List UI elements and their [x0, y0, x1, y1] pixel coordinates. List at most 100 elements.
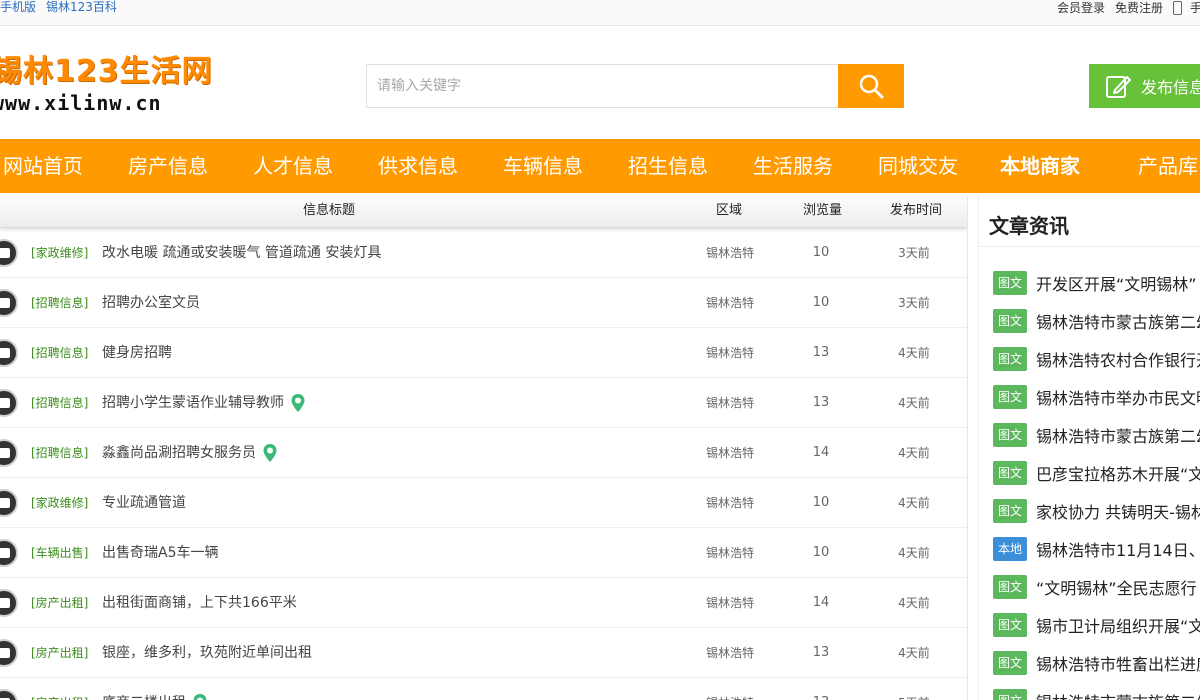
nav-jobs[interactable]: 人才信息 — [253, 139, 333, 193]
list-item[interactable]: [招聘信息] 健身房招聘 锡林浩特 13 4天前 — [0, 328, 967, 378]
item-views: 13 — [808, 678, 834, 700]
mobile-link-partial[interactable]: 手 — [1190, 0, 1200, 16]
article-title[interactable]: 开发区开展“文明锡林” — [1036, 271, 1197, 295]
item-region: 锡林浩特 — [706, 646, 755, 660]
item-title[interactable]: 出售奇瑞A5车一辆 — [102, 528, 218, 578]
location-pin-icon — [263, 444, 277, 462]
list-item[interactable]: [招聘信息] 招聘办公室文员 锡林浩特 10 3天前 — [0, 278, 967, 328]
article-title[interactable]: 锡林浩特市11月14日、 — [1036, 537, 1200, 561]
item-time: 4天前 — [898, 646, 930, 660]
list-item[interactable]: [房产出租] 出租街面商铺，上下共166平米 锡林浩特 14 4天前 — [0, 578, 967, 628]
article-item[interactable]: 图文 锡林浩特农村合作银行开 — [993, 346, 1200, 372]
publish-info-button[interactable]: 发布信息 — [1089, 64, 1200, 108]
list-item[interactable]: [家政维修] 专业疏通管道 锡林浩特 10 4天前 — [0, 478, 967, 528]
item-category[interactable]: [招聘信息] — [31, 278, 88, 328]
article-title[interactable]: 家校协力 共铸明天-锡林 — [1036, 499, 1200, 523]
main-nav: 网站首页 房产信息 人才信息 供求信息 车辆信息 招生信息 生活服务 同城交友 … — [0, 139, 1200, 193]
list-item[interactable]: [房产出租] 底商二楼出租 锡林浩特 13 5天前 — [0, 678, 967, 700]
item-category[interactable]: [车辆出售] — [31, 528, 88, 578]
item-region: 锡林浩特 — [706, 496, 755, 510]
item-title[interactable]: 健身房招聘 — [102, 328, 172, 378]
article-title[interactable]: 锡市卫计局组织开展“文 — [1036, 613, 1200, 637]
article-item[interactable]: 本地 锡林浩特市11月14日、 — [993, 536, 1200, 562]
article-tag: 图文 — [993, 499, 1027, 523]
article-title[interactable]: 锡林浩特市蒙古族第二幼 — [1036, 309, 1200, 333]
item-title-wrap: 出租街面商铺，上下共166平米 — [102, 578, 297, 628]
item-category[interactable]: [家政维修] — [31, 228, 88, 278]
nav-supply[interactable]: 供求信息 — [378, 139, 458, 193]
item-region: 锡林浩特 — [706, 596, 755, 610]
nav-products[interactable]: 产品库 — [1138, 139, 1198, 193]
item-category[interactable]: [招聘信息] — [31, 428, 88, 478]
item-category[interactable]: [房产出租] — [31, 578, 88, 628]
site-logo[interactable]: 锡林123生活网 www.xilinw.cn — [0, 52, 213, 118]
item-title[interactable]: 银座，维多利，玖苑附近单间出租 — [102, 628, 312, 678]
encyclopedia-link[interactable]: 锡林123百科 — [46, 0, 117, 14]
article-item[interactable]: 图文锡林浩特市蒙古族第二幼 — [993, 422, 1200, 448]
article-tag: 图文 — [993, 651, 1027, 675]
item-title[interactable]: 出租街面商铺，上下共166平米 — [102, 578, 297, 628]
item-region: 锡林浩特 — [706, 296, 755, 310]
item-region: 锡林浩特 — [706, 346, 755, 360]
article-item[interactable]: 图文 锡林浩特市牲畜出栏进度 — [993, 650, 1200, 676]
item-category[interactable]: [家政维修] — [31, 478, 88, 528]
item-views: 10 — [812, 295, 830, 310]
item-category[interactable]: [招聘信息] — [31, 328, 88, 378]
article-item[interactable]: 图文 锡市卫计局组织开展“文 — [993, 612, 1200, 638]
nav-dating[interactable]: 同城交友 — [878, 139, 958, 193]
logo-chinese-name: 锡林123生活网 — [0, 54, 213, 89]
search-bar — [366, 64, 904, 108]
item-category[interactable]: [房产出租] — [31, 628, 88, 678]
nav-local-business[interactable]: 本地商家 — [1000, 139, 1080, 193]
article-item[interactable]: 图文 “文明锡林”全民志愿行 — [993, 574, 1197, 600]
article-title[interactable]: “文明锡林”全民志愿行 — [1036, 575, 1197, 599]
article-item[interactable]: 图文 锡林浩特市举办市民文明 — [993, 384, 1200, 410]
nav-enrollment[interactable]: 招生信息 — [628, 139, 708, 193]
poster-avatar — [0, 289, 18, 317]
article-tag: 图文 — [993, 461, 1027, 485]
mobile-version-link[interactable]: 手机版 — [0, 0, 36, 14]
item-category[interactable]: [房产出租] — [31, 678, 88, 700]
list-item[interactable]: [家政维修] 改水电暖 疏通或安装暖气 管道疏通 安装灯具 锡林浩特 10 3天前 — [0, 228, 967, 278]
article-title[interactable]: 锡林浩特农村合作银行开 — [1036, 347, 1200, 371]
search-input[interactable] — [366, 64, 838, 108]
list-item[interactable]: [招聘信息] 招聘小学生蒙语作业辅导教师 锡林浩特 13 4天前 — [0, 378, 967, 428]
item-title[interactable]: 淼鑫尚品涮招聘女服务员 — [102, 428, 256, 478]
item-category[interactable]: [招聘信息] — [31, 378, 88, 428]
item-title[interactable]: 改水电暖 疏通或安装暖气 管道疏通 安装灯具 — [102, 228, 381, 278]
article-item[interactable]: 图文锡林浩特市蒙古族第二幼 — [993, 308, 1200, 334]
nav-services[interactable]: 生活服务 — [753, 139, 833, 193]
poster-avatar — [0, 389, 18, 417]
article-title[interactable]: 巴彦宝拉格苏木开展“文 — [1036, 461, 1200, 485]
article-title[interactable]: 锡林浩特市蒙古族第二幼 — [1036, 689, 1200, 700]
article-item[interactable]: 图文 开发区开展“文明锡林” — [993, 270, 1197, 296]
list-item[interactable]: [房产出租] 银座，维多利，玖苑附近单间出租 锡林浩特 13 4天前 — [0, 628, 967, 678]
item-title[interactable]: 招聘小学生蒙语作业辅导教师 — [102, 378, 284, 428]
item-title-wrap: 改水电暖 疏通或安装暖气 管道疏通 安装灯具 — [102, 228, 381, 278]
article-title[interactable]: 锡林浩特市蒙古族第二幼 — [1036, 423, 1200, 447]
nav-vehicles[interactable]: 车辆信息 — [503, 139, 583, 193]
article-item[interactable]: 图文锡林浩特市蒙古族第二幼 — [993, 688, 1200, 700]
article-tag: 图文 — [993, 575, 1027, 599]
article-item[interactable]: 图文 巴彦宝拉格苏木开展“文 — [993, 460, 1200, 486]
item-title[interactable]: 专业疏通管道 — [102, 478, 186, 528]
item-region: 锡林浩特 — [706, 396, 755, 410]
article-title[interactable]: 锡林浩特市牲畜出栏进度 — [1036, 651, 1200, 675]
header-region: 区域 — [716, 203, 743, 218]
search-button[interactable] — [838, 64, 904, 108]
item-title-wrap: 淼鑫尚品涮招聘女服务员 — [102, 428, 278, 478]
item-time: 4天前 — [898, 596, 930, 610]
article-title[interactable]: 锡林浩特市举办市民文明 — [1036, 385, 1200, 409]
item-title[interactable]: 底商二楼出租 — [102, 678, 186, 700]
register-link[interactable]: 免费注册 — [1115, 0, 1163, 16]
item-title[interactable]: 招聘办公室文员 — [102, 278, 200, 328]
list-item[interactable]: [招聘信息] 淼鑫尚品涮招聘女服务员 锡林浩特 14 4天前 — [0, 428, 967, 478]
list-item[interactable]: [车辆出售] 出售奇瑞A5车一辆 锡林浩特 10 4天前 — [0, 528, 967, 578]
item-region: 锡林浩特 — [706, 546, 755, 560]
nav-home[interactable]: 网站首页 — [3, 139, 83, 193]
article-tag: 图文 — [993, 423, 1027, 447]
item-region: 锡林浩特 — [706, 678, 754, 700]
login-link[interactable]: 会员登录 — [1057, 0, 1105, 16]
nav-house[interactable]: 房产信息 — [128, 139, 208, 193]
article-item[interactable]: 图文 家校协力 共铸明天-锡林 — [993, 498, 1200, 524]
